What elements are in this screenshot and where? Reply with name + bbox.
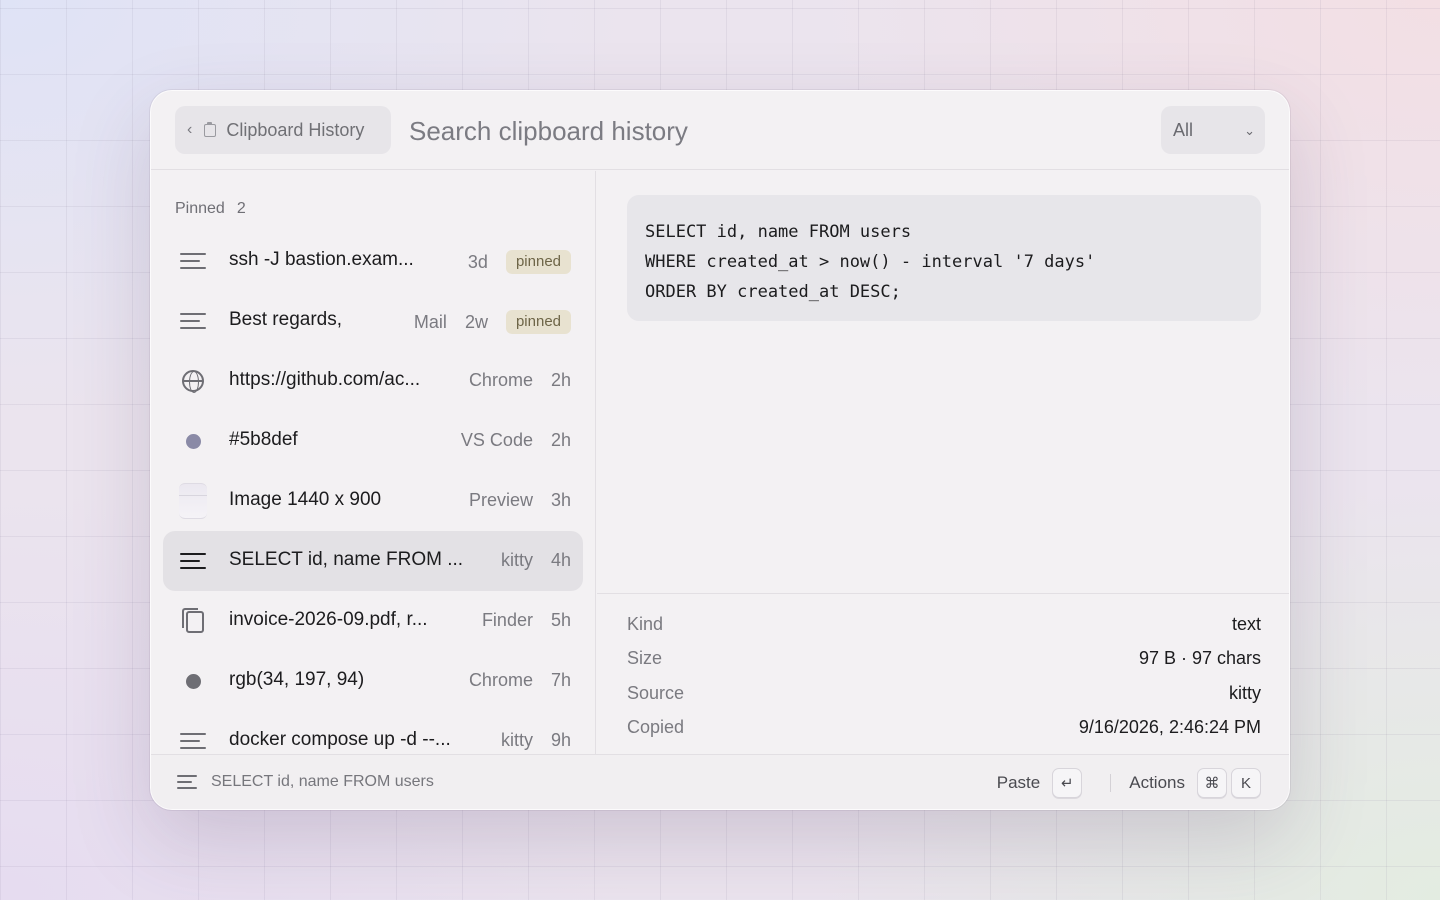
text-lines-icon: [179, 729, 207, 753]
detail-value: 97 B · 97 chars: [1138, 648, 1261, 668]
chevron-down-icon: ⌄: [1244, 123, 1255, 138]
code-line: SELECT id, name FROM users: [645, 222, 912, 242]
item-title: #5b8def: [229, 429, 298, 450]
image-thumbnail-icon: [179, 483, 207, 519]
detail-key: Source: [627, 683, 685, 703]
divider: [1110, 774, 1112, 792]
item-age: 3d: [467, 251, 488, 272]
item-source: kitty: [500, 550, 533, 570]
list-item[interactable]: invoice-2026-09.pdf, r... Finder 5h: [163, 591, 583, 651]
color-swatch-icon: [179, 429, 207, 453]
list-item[interactable]: rgb(34, 197, 94) Chrome 7h: [163, 651, 583, 711]
selection-preview-text: SELECT id, name FROM users: [211, 773, 434, 790]
item-source: Mail: [413, 311, 447, 332]
list-item[interactable]: https://github.com/ac... Chrome 2h: [163, 351, 583, 411]
item-source: Finder: [481, 610, 533, 630]
globe-icon: [179, 369, 207, 393]
clipboard-list: Pinned 2 ssh -J bastion.exam... 3d pinne…: [151, 171, 596, 756]
list-item[interactable]: #5b8def VS Code 2h: [163, 411, 583, 471]
pinned-badge: pinned: [505, 250, 571, 274]
item-age: 9h: [550, 730, 571, 750]
item-age: 5h: [550, 610, 571, 630]
pinned-section-header: Pinned 2: [175, 200, 246, 218]
item-title: Image 1440 x 900: [229, 489, 382, 510]
back-button[interactable]: ‹ Clipboard History: [175, 106, 391, 154]
item-age: 3h: [550, 490, 571, 510]
clipboard-history-window: ‹ Clipboard History All ⌄ Pinned 2 ssh -…: [150, 90, 1290, 810]
command-key-icon: ⌘: [1197, 768, 1227, 798]
chevron-left-icon: ‹: [187, 121, 193, 138]
list-item[interactable]: Image 1440 x 900 Preview 3h: [163, 471, 583, 531]
paste-button[interactable]: Paste: [997, 773, 1040, 793]
detail-key: Size: [627, 648, 663, 668]
code-line: ORDER BY created_at DESC;: [645, 282, 901, 302]
pinned-badge: pinned: [505, 310, 571, 334]
item-title: Best regards,: [229, 309, 342, 330]
pinned-label: Pinned: [175, 200, 225, 217]
text-lines-icon: [177, 775, 197, 789]
return-key-icon: ↵: [1052, 768, 1083, 798]
list-item[interactable]: ssh -J bastion.exam... 3d pinned: [163, 231, 583, 291]
detail-value: text: [1231, 614, 1261, 634]
item-age: 4h: [550, 550, 571, 570]
search-input[interactable]: [409, 111, 1089, 151]
preview-pane: SELECT id, name FROM users WHERE created_…: [597, 171, 1289, 756]
item-title: https://github.com/ac...: [229, 369, 421, 390]
item-age: 2w: [464, 311, 488, 332]
item-title: SELECT id, name FROM ...: [229, 549, 464, 570]
detail-key: Copied: [627, 717, 685, 737]
item-source: Chrome: [468, 370, 533, 390]
item-source: kitty: [500, 730, 533, 750]
item-source: Chrome: [468, 670, 533, 690]
footer-bar: SELECT id, name FROM users Paste ↵ Actio…: [151, 754, 1289, 809]
files-icon: [179, 608, 207, 633]
detail-row-source: Source kitty: [627, 683, 1261, 704]
detail-row-size: Size 97 B · 97 chars: [627, 648, 1261, 669]
item-title: invoice-2026-09.pdf, r...: [229, 609, 428, 630]
list-item[interactable]: Best regards, Mail 2w pinned: [163, 291, 583, 351]
filter-value: All: [1173, 119, 1194, 140]
detail-key: Kind: [627, 614, 664, 634]
color-swatch-icon: [179, 669, 207, 693]
details-panel: Kind text Size 97 B · 97 chars Source ki…: [597, 593, 1289, 756]
k-key-icon: K: [1231, 768, 1261, 798]
back-button-label: Clipboard History: [226, 119, 365, 140]
item-source: Preview: [468, 490, 533, 510]
item-title: ssh -J bastion.exam...: [229, 249, 414, 270]
item-age: 2h: [550, 370, 571, 390]
header-bar: ‹ Clipboard History All ⌄: [151, 91, 1289, 170]
text-lines-icon: [179, 309, 207, 333]
item-title: rgb(34, 197, 94): [229, 669, 365, 690]
item-source: VS Code: [460, 430, 533, 450]
type-filter-select[interactable]: All ⌄: [1161, 106, 1265, 154]
list-item[interactable]: docker compose up -d --... kitty 9h: [163, 711, 583, 756]
detail-value: 9/16/2026, 2:46:24 PM: [1078, 717, 1261, 737]
code-line: WHERE created_at > now() - interval '7 d…: [645, 252, 1096, 272]
detail-row-copied: Copied 9/16/2026, 2:46:24 PM: [627, 717, 1261, 738]
pinned-count: 2: [236, 200, 246, 217]
clipboard-icon: [204, 121, 217, 137]
detail-value: kitty: [1228, 683, 1261, 703]
detail-row-kind: Kind text: [627, 614, 1261, 635]
text-lines-icon: [179, 549, 207, 573]
item-title: docker compose up -d --...: [229, 729, 451, 750]
item-age: 2h: [550, 430, 571, 450]
code-preview: SELECT id, name FROM users WHERE created_…: [627, 195, 1261, 321]
text-lines-icon: [179, 249, 207, 273]
list-item-selected[interactable]: SELECT id, name FROM ... kitty 4h: [163, 531, 583, 591]
item-age: 7h: [550, 670, 571, 690]
actions-button[interactable]: Actions: [1129, 773, 1185, 793]
